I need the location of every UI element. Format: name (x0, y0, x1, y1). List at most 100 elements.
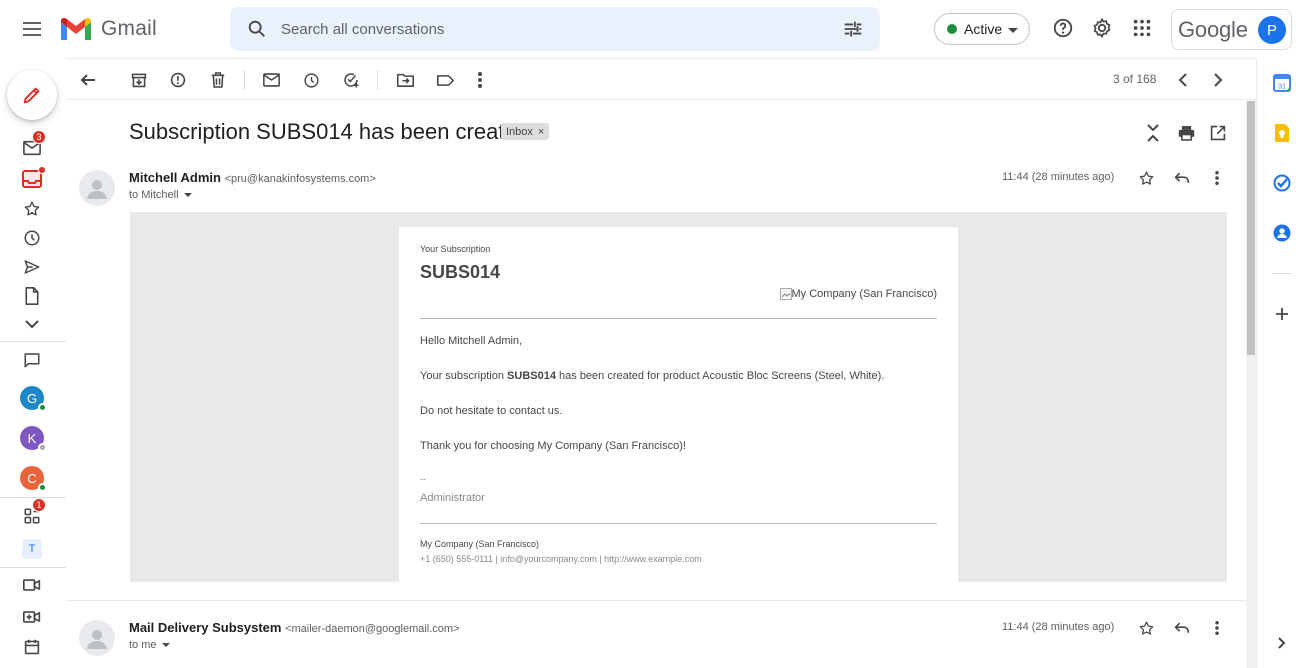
star-icon[interactable] (22, 199, 42, 219)
label-icon[interactable] (435, 70, 455, 90)
avatar[interactable]: P (1258, 16, 1286, 44)
message-time: 11:44 (28 minutes ago) (1002, 171, 1115, 183)
compose-button[interactable] (7, 70, 57, 120)
gmail-logo[interactable]: Gmail (59, 16, 157, 42)
spaces-badge: 1 (32, 498, 46, 512)
message-text: Your subscription (420, 370, 508, 382)
more-options-vertical-icon[interactable] (1207, 618, 1227, 638)
older-chevron-right-icon[interactable] (1208, 70, 1228, 90)
svg-text:31: 31 (1278, 82, 1286, 91)
broken-image-icon (779, 288, 792, 300)
newer-chevron-left-icon[interactable] (1172, 70, 1192, 90)
mail-icon[interactable]: 3 (22, 130, 46, 158)
inbox-icon[interactable] (22, 166, 46, 189)
subscription-heading: Your Subscription (420, 244, 491, 254)
sender-avatar[interactable] (79, 170, 115, 206)
thread-subject: Subscription SUBS014 has been created ! (129, 119, 542, 144)
chat-contact-initial: G (26, 390, 38, 406)
collapse-all-icon[interactable] (1143, 123, 1163, 143)
rail-divider (0, 497, 66, 498)
left-rail: 3 G K C 1 T (0, 58, 66, 668)
reply-icon[interactable] (1172, 618, 1192, 638)
message-divider (66, 600, 1246, 601)
chat-icon[interactable] (22, 350, 42, 370)
delete-trash-icon[interactable] (208, 70, 228, 90)
recipient-line[interactable]: to me (129, 639, 170, 651)
scrollbar-thumb[interactable] (1247, 101, 1255, 355)
move-to-folder-icon[interactable] (395, 70, 415, 90)
presence-indicator (38, 403, 47, 412)
rail-divider (0, 567, 66, 568)
account-switcher[interactable]: Google P (1171, 9, 1292, 50)
drafts-icon[interactable] (22, 286, 42, 306)
google-apps-icon[interactable] (1131, 17, 1153, 44)
vertical-scrollbar[interactable] (1246, 101, 1256, 668)
reply-icon[interactable] (1172, 168, 1192, 188)
chevron-down-icon[interactable] (183, 189, 192, 201)
main-menu-icon[interactable] (20, 17, 44, 41)
subscription-message: Your subscription SUBS014 has been creat… (420, 370, 884, 382)
chat-contact-avatar[interactable]: C (20, 466, 47, 492)
remove-label-icon[interactable]: × (538, 126, 544, 138)
search-bar (230, 7, 880, 51)
snoozed-clock-icon[interactable] (22, 228, 42, 248)
recipient-text: to me (129, 639, 157, 651)
new-meeting-icon[interactable] (22, 607, 42, 627)
chat-contact-avatar[interactable]: G (20, 386, 47, 412)
person-icon (87, 180, 107, 199)
more-options-vertical-icon[interactable] (1207, 168, 1227, 188)
search-input[interactable] (281, 7, 821, 51)
status-selector[interactable]: Active (934, 13, 1030, 45)
calendar-meeting-icon[interactable] (22, 637, 42, 657)
tasks-app-icon[interactable] (1273, 174, 1291, 192)
signature-separator: -- (420, 474, 426, 484)
mark-unread-icon[interactable] (261, 70, 281, 90)
add-to-tasks-icon[interactable] (341, 70, 361, 90)
expand-panel-chevron-right-icon[interactable] (1273, 634, 1291, 652)
spaces-apps-icon[interactable]: 1 (22, 498, 46, 526)
pencil-icon (23, 87, 40, 104)
star-icon[interactable] (1136, 618, 1156, 638)
search-options-icon[interactable] (842, 18, 864, 45)
footer-contact[interactable]: +1 (650) 555-0111 | info@yourcompany.com… (420, 554, 702, 564)
google-wordmark: Google (1178, 16, 1248, 42)
label-text: Inbox (506, 125, 533, 138)
search-icon[interactable] (246, 18, 268, 45)
more-options-vertical-icon[interactable] (470, 70, 490, 90)
inbox-label-chip[interactable]: Inbox × (501, 123, 550, 140)
chevron-down-icon[interactable] (161, 639, 170, 651)
divider (420, 523, 937, 524)
snooze-clock-icon[interactable] (301, 70, 321, 90)
star-icon[interactable] (1136, 168, 1156, 188)
contacts-app-icon[interactable] (1273, 224, 1291, 242)
sent-icon[interactable] (22, 257, 42, 277)
add-addon-plus-icon[interactable] (1273, 305, 1291, 323)
chat-contact-initial: K (27, 430, 37, 446)
more-chevron-down-icon[interactable] (22, 314, 42, 334)
space-avatar[interactable]: T (22, 539, 42, 559)
back-arrow-icon[interactable] (78, 70, 98, 90)
archive-icon[interactable] (129, 70, 149, 90)
person-icon (87, 630, 107, 649)
print-icon[interactable] (1176, 123, 1196, 143)
chat-contact-avatar[interactable]: K (20, 426, 47, 452)
presence-indicator (38, 443, 47, 452)
help-icon[interactable] (1052, 17, 1074, 44)
keep-app-icon[interactable] (1273, 124, 1291, 142)
open-in-new-window-icon[interactable] (1208, 123, 1228, 143)
sender-line: Mail Delivery Subsystem <mailer-daemon@g… (129, 620, 460, 635)
sender-email: <pru@kanakinfosystems.com> (224, 173, 376, 185)
calendar-app-icon[interactable]: 31 (1273, 74, 1291, 92)
chevron-down-icon (1008, 21, 1019, 37)
sender-avatar[interactable] (79, 620, 115, 656)
report-spam-icon[interactable] (168, 70, 188, 90)
recipient-line[interactable]: to Mitchell (129, 189, 192, 201)
sender-name[interactable]: Mail Delivery Subsystem (129, 620, 281, 635)
meet-video-icon[interactable] (22, 575, 42, 595)
toolbar-divider (377, 70, 378, 90)
email-body: Your Subscription SUBS014 My Company (Sa… (130, 212, 1227, 587)
logo-alt-text: My Company (San Francisco) (791, 288, 938, 300)
settings-gear-icon[interactable] (1091, 17, 1113, 44)
side-panel-rail: 31 (1256, 58, 1306, 668)
sender-name[interactable]: Mitchell Admin (129, 170, 221, 185)
